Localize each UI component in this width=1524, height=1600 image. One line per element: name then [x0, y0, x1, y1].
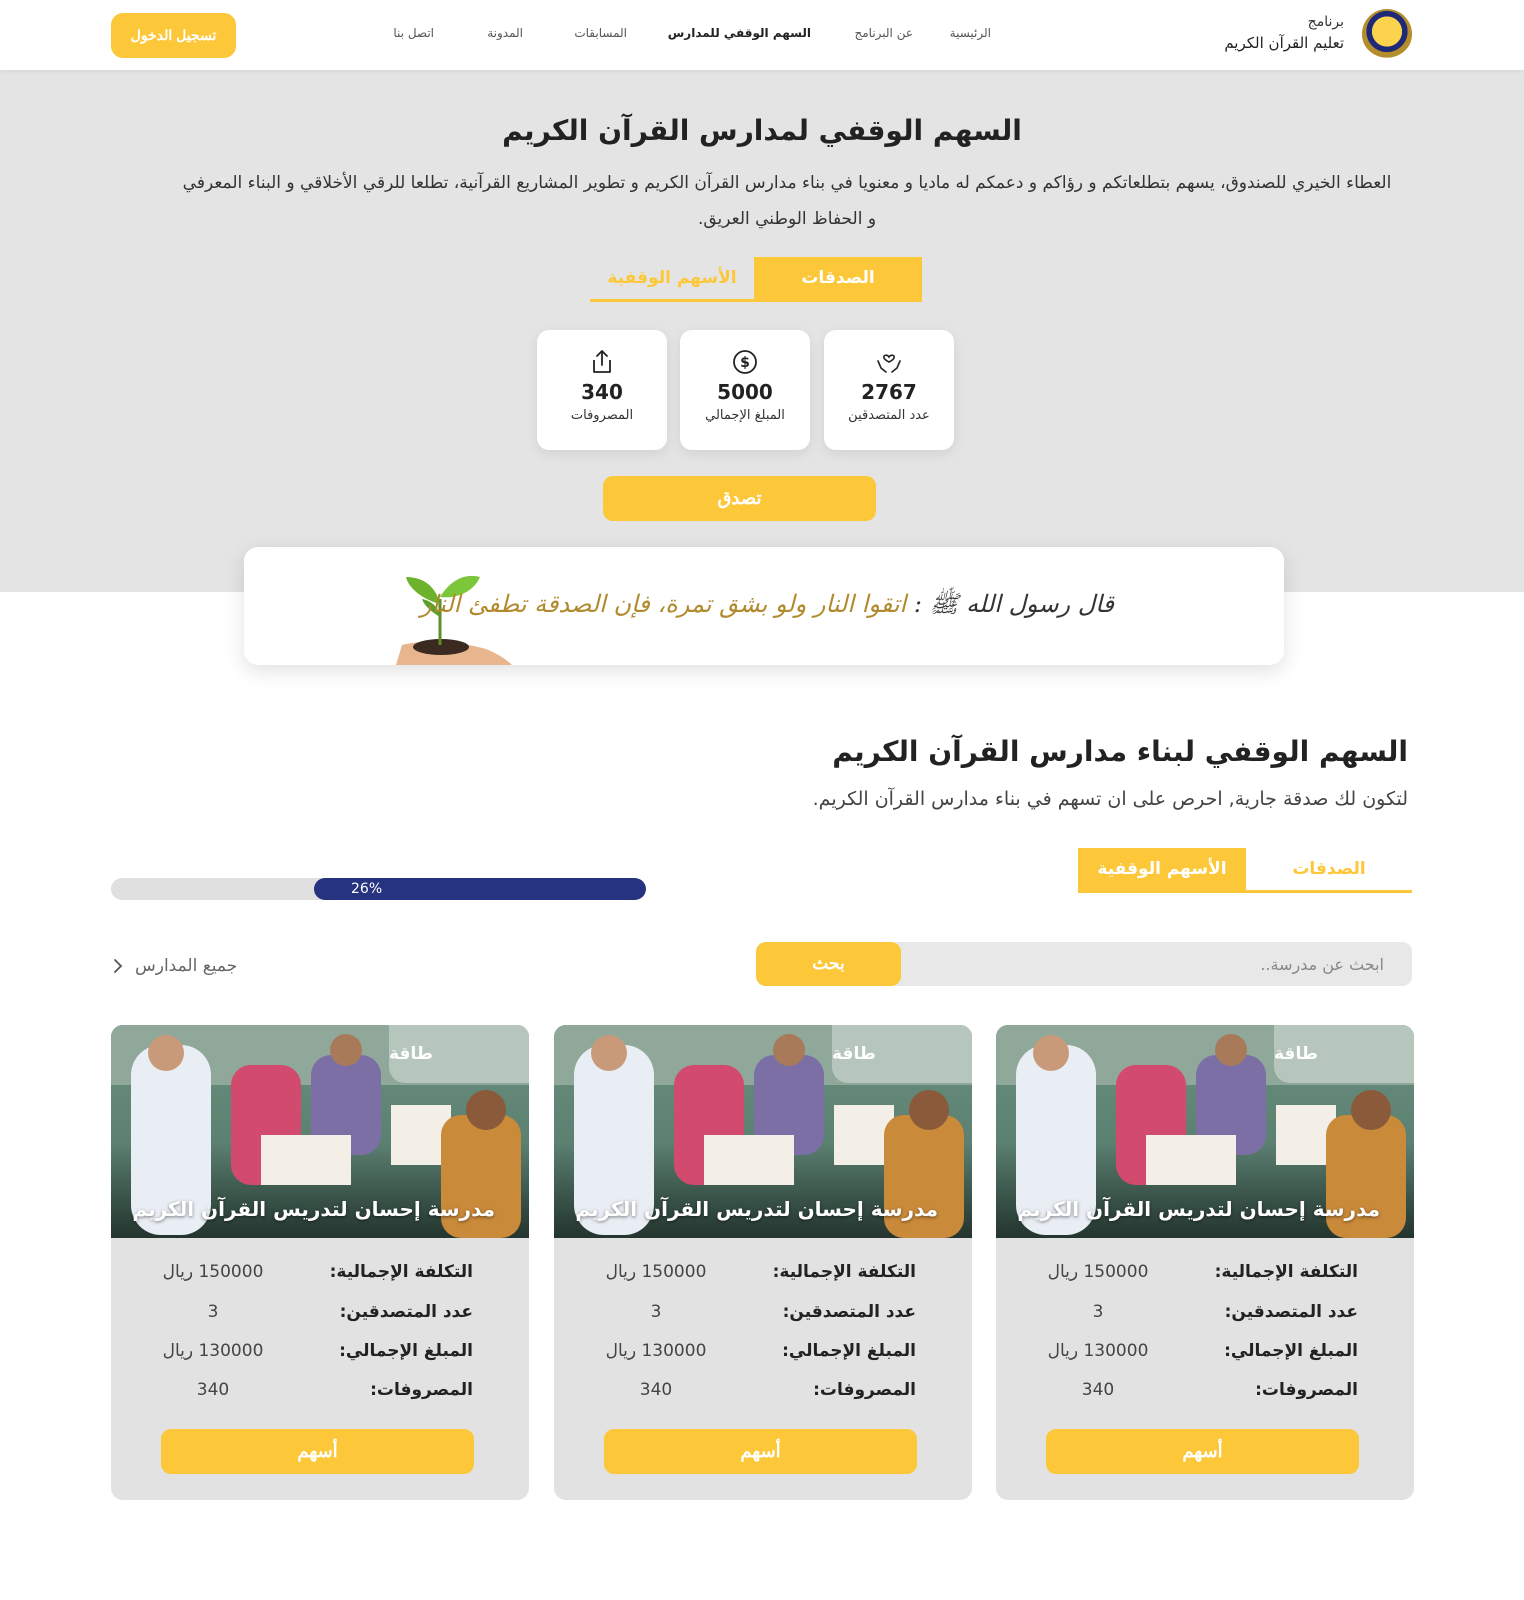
card-tag: طاقة — [832, 1025, 972, 1083]
contribute-button[interactable]: أسهم — [604, 1429, 917, 1474]
login-button[interactable]: تسجيل الدخول — [111, 13, 236, 58]
card-info-value: 340 — [196, 1380, 230, 1400]
hero-title: السهم الوقفي لمدارس القرآن الكريم — [502, 114, 1022, 147]
hadith-lead: قال رسول الله ﷺ : — [913, 590, 1114, 618]
card-info-row: التكلفة الإجمالية: 150000 ريال — [596, 1262, 916, 1288]
all-schools-link[interactable]: جميع المدارس — [113, 956, 237, 976]
stat-donors-label: عدد المتصدقين — [848, 408, 930, 423]
school-card: طاقة مدرسة إحسان لتدريس القرآن الكريم التك… — [111, 1025, 529, 1500]
card-info-key: المبلغ الإجمالي: — [339, 1341, 473, 1361]
card-info-value: 130000 ريال — [162, 1341, 264, 1361]
card-info-value: 3 — [650, 1302, 662, 1322]
card-info-row: عدد المتصدقين: 3 — [1038, 1302, 1358, 1328]
card-info-row: المبلغ الإجمالي: 130000 ريال — [1038, 1341, 1358, 1367]
brand-line1: برنامج — [1307, 14, 1344, 30]
stat-expenses-label: المصروفات — [570, 408, 634, 423]
tab-sadaqat-2[interactable]: الصدقات — [1246, 848, 1412, 890]
hero-tabs: الصدقات الأسهم الوقفية — [590, 257, 922, 302]
card-info-value: 3 — [1092, 1302, 1104, 1322]
nav-contact[interactable]: اتصل بنا — [393, 26, 434, 40]
nav-waqf-schools[interactable]: السهم الوقفي للمدارس — [668, 26, 811, 40]
card-info-key: المصروفات: — [1255, 1380, 1358, 1400]
funding-progress-bar: 26% — [111, 878, 646, 900]
card-info-key: عدد المتصدقين: — [1224, 1302, 1358, 1322]
school-photo[interactable]: طاقة مدرسة إحسان لتدريس القرآن الكريم — [554, 1025, 972, 1238]
card-tag: طاقة — [389, 1025, 529, 1083]
card-info-key: عدد المتصدقين: — [782, 1302, 916, 1322]
hadith-quote: قال رسول الله ﷺ : اتقوا النار ولو بشق تم… — [420, 589, 1114, 624]
stat-expenses: 340 المصروفات — [537, 330, 667, 450]
school-name[interactable]: مدرسة إحسان لتدريس القرآن الكريم — [575, 1197, 938, 1221]
card-info-value: 340 — [639, 1380, 673, 1400]
donate-button[interactable]: تصدق — [603, 476, 876, 521]
school-card: طاقة مدرسة إحسان لتدريس القرآن الكريم التك… — [996, 1025, 1414, 1500]
search-input[interactable] — [902, 942, 1412, 986]
nav-about[interactable]: عن البرنامج — [854, 26, 913, 40]
search-button[interactable]: بحث — [756, 942, 901, 986]
card-info-key: التكلفة الإجمالية: — [329, 1262, 473, 1282]
progress-percent: 26% — [351, 881, 383, 897]
stat-total-label: المبلغ الإجمالي — [705, 408, 785, 423]
nav-blog[interactable]: المدونة — [487, 26, 523, 40]
all-schools-label: جميع المدارس — [135, 956, 238, 976]
card-info-row: عدد المتصدقين: 3 — [596, 1302, 916, 1328]
section-tabs: الصدقات الأسهم الوقفية — [1078, 848, 1412, 893]
share-upload-icon — [593, 350, 611, 373]
dollar-circle-icon: $ — [733, 350, 757, 374]
tab-waqf-shares-2[interactable]: الأسهم الوقفية — [1078, 848, 1246, 890]
hadith-text: اتقوا النار ولو بشق تمرة، فإن الصدقة تطف… — [420, 590, 907, 618]
school-name[interactable]: مدرسة إحسان لتدريس القرآن الكريم — [132, 1197, 495, 1221]
card-info-value: 3 — [207, 1302, 219, 1322]
stat-expenses-value: 340 — [581, 380, 623, 404]
program-logo[interactable] — [1362, 9, 1412, 59]
contribute-button[interactable]: أسهم — [1046, 1429, 1359, 1474]
card-info-row: المصروفات: 340 — [1038, 1380, 1358, 1406]
svg-text:$: $ — [740, 355, 750, 371]
hands-heart-icon — [877, 354, 901, 373]
brand-name: برنامج تعليم القرآن الكريم — [1224, 12, 1344, 54]
card-info-value: 150000 ريال — [605, 1262, 707, 1282]
section-subtitle: لتكون لك صدقة جارية, احرص على ان تسهم في… — [812, 788, 1408, 810]
card-info-row: التكلفة الإجمالية: 150000 ريال — [1038, 1262, 1358, 1288]
card-tag: طاقة — [1274, 1025, 1414, 1083]
card-info-key: المصروفات: — [370, 1380, 473, 1400]
school-card: طاقة مدرسة إحسان لتدريس القرآن الكريم التك… — [554, 1025, 972, 1500]
hero-description: العطاء الخيري للصندوق، يسهم بتطلعاتكم و … — [182, 173, 1392, 229]
card-info-row: المبلغ الإجمالي: 130000 ريال — [153, 1341, 473, 1367]
top-header: برنامج تعليم القرآن الكريم الرئيسية عن ا… — [0, 0, 1524, 70]
tab-waqf-shares[interactable]: الأسهم الوقفية — [590, 257, 754, 299]
stat-total: $ 5000 المبلغ الإجمالي — [680, 330, 810, 450]
card-info-value: 150000 ريال — [162, 1262, 264, 1282]
school-name[interactable]: مدرسة إحسان لتدريس القرآن الكريم — [1017, 1197, 1380, 1221]
school-search: بحث — [756, 942, 1412, 986]
brand-line2: تعليم القرآن الكريم — [1224, 34, 1344, 52]
card-info-value: 130000 ريال — [605, 1341, 707, 1361]
contribute-button[interactable]: أسهم — [161, 1429, 474, 1474]
card-info-row: المصروفات: 340 — [153, 1380, 473, 1406]
card-info-key: التكلفة الإجمالية: — [1214, 1262, 1358, 1282]
nav-competitions[interactable]: المسابقات — [574, 26, 627, 40]
card-info-value: 340 — [1081, 1380, 1115, 1400]
hadith-banner: قال رسول الله ﷺ : اتقوا النار ولو بشق تم… — [244, 547, 1284, 665]
nav-home[interactable]: الرئيسية — [950, 26, 991, 40]
card-info-value: 130000 ريال — [1047, 1341, 1149, 1361]
chevron-right-icon — [114, 959, 123, 973]
card-info-key: عدد المتصدقين: — [339, 1302, 473, 1322]
card-info-key: المصروفات: — [813, 1380, 916, 1400]
stat-total-value: 5000 — [717, 380, 773, 404]
section-title: السهم الوقفي لبناء مدارس القرآن الكريم — [832, 735, 1408, 768]
school-photo[interactable]: طاقة مدرسة إحسان لتدريس القرآن الكريم — [996, 1025, 1414, 1238]
tab-sadaqat[interactable]: الصدقات — [754, 257, 922, 299]
card-info-row: عدد المتصدقين: 3 — [153, 1302, 473, 1328]
stat-donors-value: 2767 — [861, 380, 917, 404]
stat-donors: 2767 عدد المتصدقين — [824, 330, 954, 450]
card-info-key: المبلغ الإجمالي: — [1224, 1341, 1358, 1361]
card-info-row: المبلغ الإجمالي: 130000 ريال — [596, 1341, 916, 1367]
school-photo[interactable]: طاقة مدرسة إحسان لتدريس القرآن الكريم — [111, 1025, 529, 1238]
card-info-key: التكلفة الإجمالية: — [772, 1262, 916, 1282]
card-info-key: المبلغ الإجمالي: — [782, 1341, 916, 1361]
card-info-row: المصروفات: 340 — [596, 1380, 916, 1406]
card-info-row: التكلفة الإجمالية: 150000 ريال — [153, 1262, 473, 1288]
card-info-value: 150000 ريال — [1047, 1262, 1149, 1282]
